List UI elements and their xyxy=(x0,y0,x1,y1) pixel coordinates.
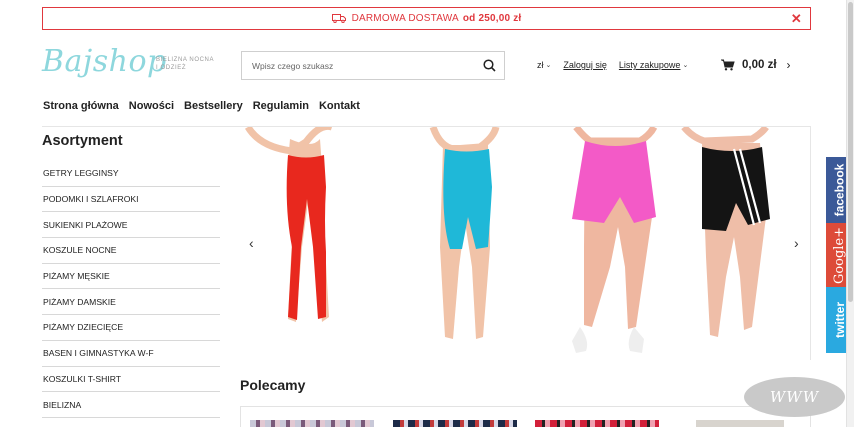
nav-item-home[interactable]: Strona główna xyxy=(43,100,119,112)
tagline-line-1: BIELIZNA NOCNA xyxy=(156,57,215,63)
category-item-swim-gym[interactable]: BASEN I GIMNASTYKA W-F xyxy=(42,341,220,367)
site-tagline: BIELIZNA NOCNA I ODZIEŻ xyxy=(156,56,216,72)
slide-model-4 xyxy=(681,127,770,337)
nav-item-contact[interactable]: Kontakt xyxy=(319,100,360,112)
chevron-down-icon: ⌄ xyxy=(545,62,552,69)
category-item-underwear[interactable]: BIELIZNA xyxy=(42,392,220,418)
recommended-title: Polecamy xyxy=(240,377,306,393)
search-bar xyxy=(241,51,505,80)
recommended-products xyxy=(240,406,811,427)
page: DARMOWA DOSTAWA od 250,00 zł ✕ Bajshop B… xyxy=(0,0,854,427)
chevron-right-icon: › xyxy=(786,58,791,72)
product-thumbnail[interactable] xyxy=(393,420,517,427)
category-item-nightgowns[interactable]: KOSZULE NOCNE xyxy=(42,238,220,264)
scrollbar-thumb[interactable] xyxy=(848,2,853,302)
page-scrollbar[interactable] xyxy=(846,0,854,427)
category-item-mens-pajamas[interactable]: PIŻAMY MĘSKIE xyxy=(42,264,220,290)
category-item-robes[interactable]: PODOMKI I SZLAFROKI xyxy=(42,187,220,213)
search-input[interactable] xyxy=(242,52,474,79)
currency-selector[interactable]: zł ⌄ xyxy=(537,60,551,70)
product-thumbnail[interactable] xyxy=(535,420,659,427)
facebook-label: facebook xyxy=(832,163,847,217)
cart-button[interactable]: 0,00 zł › xyxy=(721,56,791,74)
free-shipping-amount: od 250,00 zł xyxy=(462,13,522,24)
free-shipping-banner: DARMOWA DOSTAWA od 250,00 zł ✕ xyxy=(42,7,811,30)
login-link[interactable]: Zaloguj się xyxy=(563,60,607,70)
category-list: GETRY LEGGINSY PODOMKI I SZLAFROKI SUKIE… xyxy=(42,161,220,418)
product-thumbnail[interactable] xyxy=(696,420,784,427)
cart-total: 0,00 zł xyxy=(742,59,777,71)
main-nav: Strona główna Nowości Bestsellery Regula… xyxy=(43,100,370,112)
product-thumbnail[interactable] xyxy=(250,420,374,427)
site-logo[interactable]: Bajshop xyxy=(42,44,166,84)
currency-label: zł xyxy=(537,60,544,70)
truck-icon xyxy=(331,14,346,23)
slide-model-1 xyxy=(244,127,332,322)
close-banner-button[interactable]: ✕ xyxy=(791,11,802,27)
top-nav: zł ⌄ Zaloguj się Listy zakupowe ⌄ xyxy=(537,58,700,72)
wishlist-label: Listy zakupowe xyxy=(618,60,681,70)
slider-next-button[interactable]: › xyxy=(794,235,799,251)
category-item-leggings[interactable]: GETRY LEGGINSY xyxy=(42,161,220,187)
hero-slider-image xyxy=(244,127,770,353)
category-item-beach-dresses[interactable]: SUKIENKI PLAŻOWE xyxy=(42,212,220,239)
nav-item-new[interactable]: Nowości xyxy=(129,100,174,112)
slide-model-2 xyxy=(429,127,500,339)
category-item-womens-pajamas[interactable]: PIŻAMY DAMSKIE xyxy=(42,289,220,316)
free-shipping-text: DARMOWA DOSTAWA xyxy=(351,13,459,24)
search-button[interactable] xyxy=(474,52,504,79)
nav-item-terms[interactable]: Regulamin xyxy=(253,100,309,112)
hero-slider: ‹ › xyxy=(240,127,811,360)
slider-prev-button[interactable]: ‹ xyxy=(249,235,254,251)
wishlist-dropdown[interactable]: Listy zakupowe ⌄ xyxy=(619,60,688,70)
category-item-tshirts[interactable]: KOSZULKI T-SHIRT xyxy=(42,367,220,393)
slide-model-3 xyxy=(572,127,658,353)
tagline-line-2: I ODZIEŻ xyxy=(156,65,187,71)
category-item-kids-pajamas[interactable]: PIŻAMY DZIECIĘCE xyxy=(42,315,220,341)
chevron-down-icon: ⌄ xyxy=(682,62,689,69)
search-icon xyxy=(482,59,496,72)
nav-item-bestsellers[interactable]: Bestsellery xyxy=(184,100,243,112)
google-plus-label: Google+ xyxy=(832,226,848,284)
cart-icon xyxy=(721,59,735,71)
sidebar-title: Asortyment xyxy=(42,133,123,149)
twitter-label: twitter xyxy=(832,302,847,338)
watermark-badge: WWW xyxy=(744,377,845,417)
